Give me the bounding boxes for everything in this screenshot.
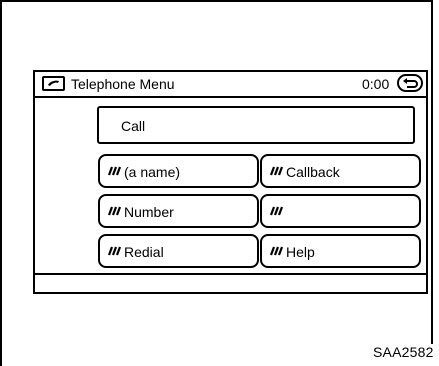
button-label: (a name) [124, 164, 181, 180]
voice-command-icon [107, 244, 123, 256]
button-label: Number [124, 204, 174, 220]
voice-command-icon [107, 164, 123, 176]
frame-right-border [431, 0, 433, 344]
help-button[interactable]: Help [260, 234, 421, 268]
back-arrow-icon[interactable] [397, 74, 423, 92]
voice-command-icon [269, 244, 285, 256]
redial-button[interactable]: Redial [98, 234, 259, 268]
telephone-menu-screen: Telephone Menu 0:00 Call (a name) Callba… [33, 70, 428, 294]
button-label: Callback [286, 164, 340, 180]
figure-code: SAA2582 [373, 344, 434, 360]
voice-command-icon [269, 204, 285, 216]
frame-left-border [0, 0, 2, 366]
voice-command-icon [269, 164, 285, 176]
callback-button[interactable]: Callback [260, 154, 421, 188]
button-label: Help [286, 244, 315, 260]
unlabeled-voice-button[interactable] [260, 194, 421, 228]
call-field[interactable]: Call [97, 106, 415, 144]
phone-icon [42, 76, 65, 91]
title-bar: Telephone Menu 0:00 [35, 72, 426, 98]
frame-top-border [0, 0, 433, 2]
page-title: Telephone Menu [71, 76, 175, 92]
voice-command-name-button[interactable]: (a name) [98, 154, 259, 188]
voice-command-icon [107, 204, 123, 216]
number-button[interactable]: Number [98, 194, 259, 228]
call-timer: 0:00 [362, 76, 390, 92]
status-strip-divider [35, 273, 426, 275]
call-field-label: Call [121, 118, 146, 134]
button-label: Redial [124, 244, 164, 260]
